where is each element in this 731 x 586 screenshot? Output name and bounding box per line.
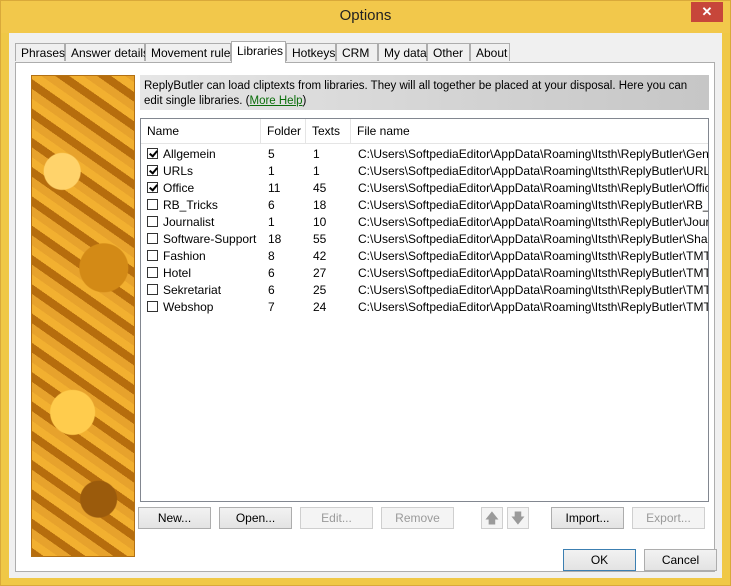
ok-button[interactable]: OK <box>563 549 636 571</box>
move-up-button[interactable]: 🡅 <box>481 507 503 529</box>
row-texts: 27 <box>313 266 327 280</box>
table-row[interactable]: Journalist 1 10 C:\Users\SoftpediaEditor… <box>141 214 708 231</box>
edit-button[interactable]: Edit... <box>300 507 373 529</box>
cancel-button[interactable]: Cancel <box>644 549 717 571</box>
row-file: C:\Users\SoftpediaEditor\AppData\Roaming… <box>358 283 708 297</box>
row-checkbox[interactable] <box>147 250 158 261</box>
info-text: ReplyButler can load cliptexts from libr… <box>144 80 688 107</box>
row-folder: 1 <box>268 215 275 229</box>
table-row[interactable]: Fashion 8 42 C:\Users\SoftpediaEditor\Ap… <box>141 248 708 265</box>
row-name: Hotel <box>163 266 192 280</box>
row-folder: 11 <box>268 181 281 195</box>
row-folder: 6 <box>268 283 275 297</box>
row-texts: 1 <box>313 164 320 178</box>
open-button[interactable]: Open... <box>219 507 292 529</box>
table-row[interactable]: Office 11 45 C:\Users\SoftpediaEditor\Ap… <box>141 180 708 197</box>
row-name: URLs <box>163 164 194 178</box>
tab-movement-rules[interactable]: Movement rules <box>145 43 236 61</box>
row-texts: 10 <box>313 215 327 229</box>
row-name: Office <box>163 181 195 195</box>
column-texts[interactable]: Texts <box>306 119 351 143</box>
row-texts: 45 <box>313 181 327 195</box>
row-folder: 6 <box>268 198 275 212</box>
row-file: C:\Users\SoftpediaEditor\AppData\Roaming… <box>358 215 708 229</box>
tab-about[interactable]: About <box>470 43 510 61</box>
row-folder: 18 <box>268 232 282 246</box>
row-texts: 1 <box>313 147 320 161</box>
title-bar[interactable]: Options ✕ <box>1 1 730 33</box>
tab-other[interactable]: Other <box>427 43 470 61</box>
row-file: C:\Users\SoftpediaEditor\AppData\Roaming… <box>358 249 708 263</box>
row-checkbox[interactable] <box>147 216 158 227</box>
row-checkbox[interactable] <box>147 284 158 295</box>
row-folder: 5 <box>268 147 275 161</box>
row-folder: 8 <box>268 249 275 263</box>
table-row[interactable]: Allgemein 5 1 C:\Users\SoftpediaEditor\A… <box>141 146 708 163</box>
arrow-up-icon: 🡅 <box>484 510 500 526</box>
column-folder[interactable]: Folder <box>261 119 306 143</box>
table-row[interactable]: RB_Tricks 6 18 C:\Users\SoftpediaEditor\… <box>141 197 708 214</box>
tab-answer-details[interactable]: Answer details <box>65 43 149 61</box>
gears-image <box>31 75 135 557</box>
row-texts: 55 <box>313 232 327 246</box>
libraries-list[interactable]: Name Folder Texts File name Allgemein 5 … <box>140 118 709 502</box>
libraries-panel: ReplyButler can load cliptexts from libr… <box>15 62 715 572</box>
row-checkbox[interactable] <box>147 199 158 210</box>
row-name: Webshop <box>163 300 214 314</box>
new-button[interactable]: New... <box>138 507 211 529</box>
row-name: RB_Tricks <box>163 198 218 212</box>
row-folder: 1 <box>268 164 275 178</box>
close-button[interactable]: ✕ <box>691 2 723 22</box>
tab-crm[interactable]: CRM <box>336 43 378 61</box>
row-checkbox[interactable] <box>147 301 158 312</box>
row-checkbox[interactable] <box>147 182 158 193</box>
row-file: C:\Users\SoftpediaEditor\AppData\Roaming… <box>358 147 708 161</box>
row-texts: 42 <box>313 249 327 263</box>
remove-button[interactable]: Remove <box>381 507 454 529</box>
row-texts: 24 <box>313 300 327 314</box>
info-box: ReplyButler can load cliptexts from libr… <box>140 75 709 110</box>
more-help-link[interactable]: More Help <box>249 95 302 107</box>
dialog-client: Phrases Answer details Movement rules Li… <box>9 33 722 578</box>
column-file-name[interactable]: File name <box>351 119 708 143</box>
export-button[interactable]: Export... <box>632 507 705 529</box>
table-row[interactable]: Software-Support 18 55 C:\Users\Softpedi… <box>141 231 708 248</box>
row-file: C:\Users\SoftpediaEditor\AppData\Roaming… <box>358 181 708 195</box>
row-file: C:\Users\SoftpediaEditor\AppData\Roaming… <box>358 164 708 178</box>
tab-libraries[interactable]: Libraries <box>231 41 286 63</box>
table-row[interactable]: Hotel 6 27 C:\Users\SoftpediaEditor\AppD… <box>141 265 708 282</box>
row-checkbox[interactable] <box>147 267 158 278</box>
table-row[interactable]: Sekretariat 6 25 C:\Users\SoftpediaEdito… <box>141 282 708 299</box>
import-button[interactable]: Import... <box>551 507 624 529</box>
row-name: Allgemein <box>163 147 216 161</box>
list-header: Name Folder Texts File name <box>141 119 708 144</box>
column-name[interactable]: Name <box>141 119 261 143</box>
row-file: C:\Users\SoftpediaEditor\AppData\Roaming… <box>358 198 708 212</box>
row-texts: 18 <box>313 198 327 212</box>
row-name: Software-Support <box>163 232 257 246</box>
tab-my-data[interactable]: My data <box>378 43 427 61</box>
close-icon: ✕ <box>701 4 713 19</box>
move-down-button[interactable]: 🡇 <box>507 507 529 529</box>
row-name: Journalist <box>163 215 215 229</box>
row-checkbox[interactable] <box>147 165 158 176</box>
window-title: Options <box>339 7 392 24</box>
row-checkbox[interactable] <box>147 148 158 159</box>
arrow-down-icon: 🡇 <box>510 510 526 526</box>
table-row[interactable]: Webshop 7 24 C:\Users\SoftpediaEditor\Ap… <box>141 299 708 316</box>
row-file: C:\Users\SoftpediaEditor\AppData\Roaming… <box>358 300 708 314</box>
info-close-paren: ) <box>302 95 307 107</box>
row-folder: 6 <box>268 266 275 280</box>
tab-hotkeys[interactable]: Hotkeys <box>286 43 336 61</box>
row-file: C:\Users\SoftpediaEditor\AppData\Roaming… <box>358 232 708 246</box>
options-window: Options ✕ Phrases Answer details Movemen… <box>0 0 731 586</box>
row-name: Sekretariat <box>163 283 222 297</box>
row-file: C:\Users\SoftpediaEditor\AppData\Roaming… <box>358 266 708 280</box>
row-folder: 7 <box>268 300 275 314</box>
table-row[interactable]: URLs 1 1 C:\Users\SoftpediaEditor\AppDat… <box>141 163 708 180</box>
row-texts: 25 <box>313 283 327 297</box>
tab-phrases[interactable]: Phrases <box>15 43 65 61</box>
row-name: Fashion <box>163 249 206 263</box>
row-checkbox[interactable] <box>147 233 158 244</box>
